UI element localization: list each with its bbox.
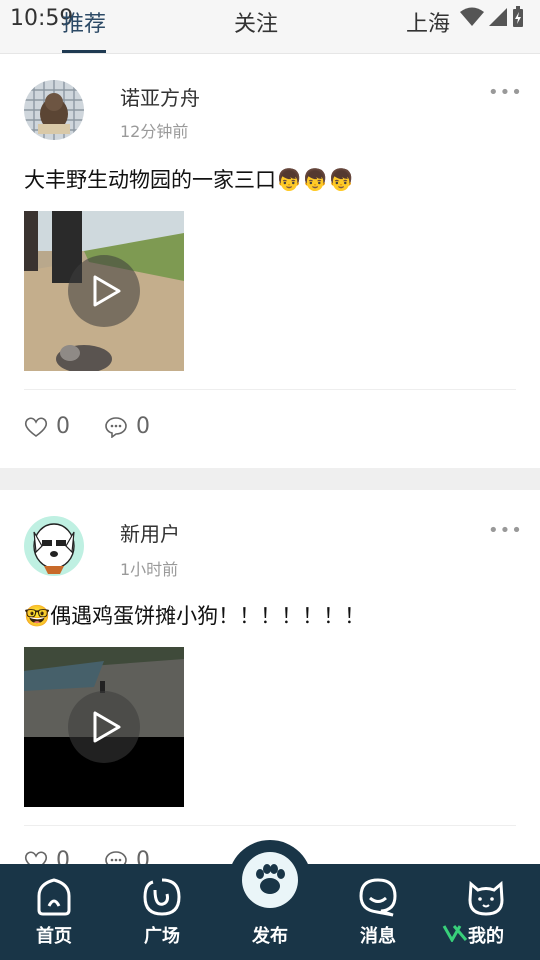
watermark-logo [442, 924, 468, 945]
nav-messages[interactable]: 消息 [324, 864, 432, 960]
avatar[interactable] [24, 80, 84, 140]
post-content: 大丰野生动物园的一家三口👦👦👦 [24, 168, 355, 192]
publish-button[interactable] [242, 852, 298, 908]
more-icon[interactable]: ••• [488, 520, 523, 541]
home-icon [37, 878, 71, 916]
status-icons [460, 6, 524, 28]
comment-button[interactable]: 0 [104, 414, 150, 439]
tab-recommend-label: 推荐 [62, 12, 107, 37]
post-content: 🤓偶遇鸡蛋饼摊小狗！！！！！！！ [24, 604, 366, 628]
nav-home-label: 首页 [36, 926, 72, 947]
play-button[interactable] [68, 691, 140, 763]
like-count: 0 [56, 414, 70, 439]
nav-home[interactable]: 首页 [0, 864, 108, 960]
avatar[interactable] [24, 516, 84, 576]
like-button[interactable]: 0 [24, 414, 70, 439]
play-icon [93, 711, 121, 743]
paw-icon [256, 864, 285, 894]
comment-icon [105, 416, 127, 438]
signal-icon [489, 8, 507, 26]
tab-follow[interactable]: 关注 [234, 6, 278, 38]
message-icon [359, 878, 397, 917]
post-card[interactable]: 新用户 1小时前 ••• 🤓偶遇鸡蛋饼摊小狗！！！！！！！ 0 0 [0, 490, 540, 873]
play-icon [93, 275, 121, 307]
battery-icon [513, 6, 523, 27]
tab-recommend[interactable]: 推荐 [62, 6, 107, 53]
video-thumbnail[interactable] [24, 647, 184, 807]
divider [24, 389, 516, 390]
nav-publish-label[interactable]: 发布 [252, 922, 288, 948]
feed: 诺亚方舟 12分钟前 ••• 大丰野生动物园的一家三口👦👦👦 0 0 新用户 1… [0, 56, 540, 873]
nav-mine-label: 我的 [468, 926, 504, 947]
cat-face-icon [468, 880, 504, 916]
post-actions: 0 0 [24, 414, 184, 439]
nav-mine[interactable]: 我的 [432, 864, 540, 960]
nav-square[interactable]: 广场 [108, 864, 216, 960]
active-tab-indicator [62, 50, 107, 53]
wifi-icon [460, 7, 484, 26]
username[interactable]: 诺亚方舟 [120, 82, 200, 111]
more-icon[interactable]: ••• [488, 82, 523, 103]
square-icon [143, 878, 181, 916]
nav-messages-label: 消息 [360, 926, 396, 947]
post-time: 12分钟前 [120, 122, 189, 141]
post-time: 1小时前 [120, 560, 179, 579]
divider [24, 825, 516, 826]
video-thumbnail[interactable] [24, 211, 184, 371]
comment-count: 0 [136, 414, 150, 439]
card-separator [0, 468, 540, 490]
top-bar: 10:59 推荐 关注 上海 [0, 0, 540, 54]
city-selector[interactable]: 上海 [406, 6, 450, 38]
play-button[interactable] [68, 255, 140, 327]
nav-square-label: 广场 [144, 926, 180, 947]
username[interactable]: 新用户 [120, 518, 180, 547]
post-card[interactable]: 诺亚方舟 12分钟前 ••• 大丰野生动物园的一家三口👦👦👦 0 0 [0, 56, 540, 468]
heart-icon [24, 416, 48, 437]
tab-follow-label: 关注 [234, 12, 279, 37]
